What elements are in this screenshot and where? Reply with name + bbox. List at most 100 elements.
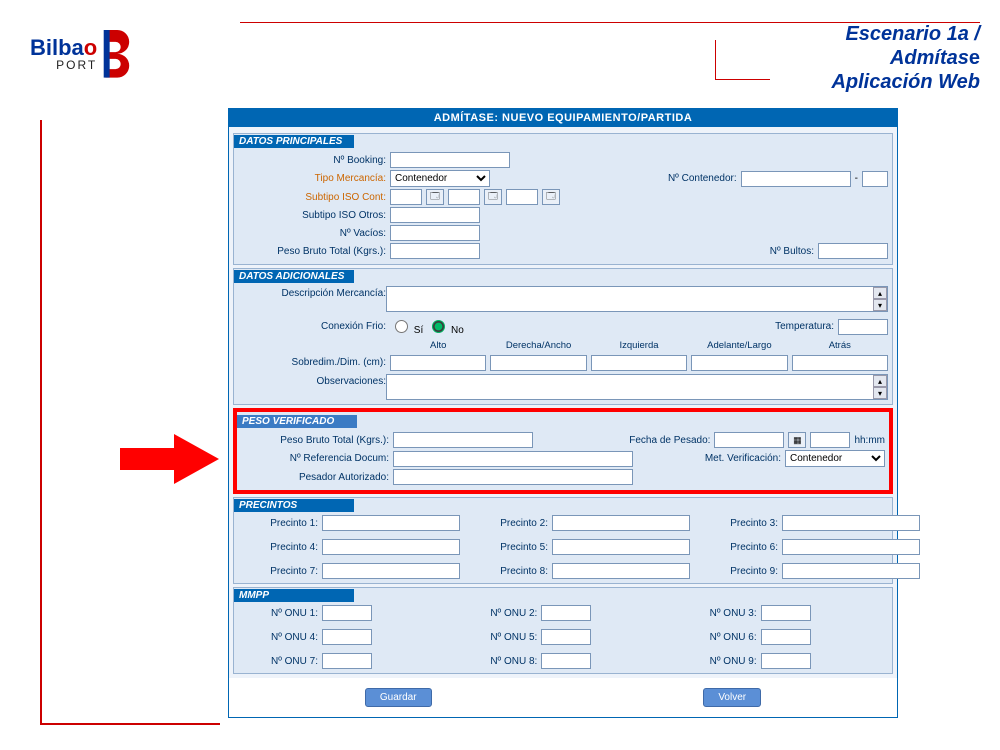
calendar-icon[interactable]: ▦ [788, 432, 806, 448]
input-subtipo-iso-3[interactable] [506, 189, 538, 205]
input-n-vacios[interactable] [390, 225, 480, 241]
dim-header-adelante: Adelante/Largo [691, 340, 787, 351]
scroll-down-icon[interactable]: ▾ [873, 387, 887, 399]
input-peso-bruto-total[interactable] [390, 243, 480, 259]
input-precinto-6[interactable] [782, 539, 920, 555]
input-precinto-7[interactable] [322, 563, 460, 579]
scroll-up-icon[interactable]: ▴ [873, 375, 887, 387]
decorative-l-frame [40, 120, 220, 725]
input-onu-3[interactable] [761, 605, 811, 621]
guardar-button[interactable]: Guardar [365, 688, 432, 707]
slide-title-line3: Aplicación Web [831, 70, 980, 94]
input-precinto-2[interactable] [552, 515, 690, 531]
textarea-observaciones[interactable]: ▴▾ [386, 374, 888, 400]
volver-button[interactable]: Volver [703, 688, 761, 707]
label-precinto-4: Precinto 4: [238, 542, 318, 553]
section-title-datos-adicionales: DATOS ADICIONALES [234, 270, 354, 283]
section-title-peso-verificado: PESO VERIFICADO [237, 415, 357, 428]
label-sobredim: Sobredim./Dim. (cm): [238, 357, 386, 368]
logo-b-icon [102, 30, 136, 78]
input-precinto-8[interactable] [552, 563, 690, 579]
input-n-booking[interactable] [390, 152, 510, 168]
label-pesador-autorizado: Pesador Autorizado: [241, 472, 389, 483]
radio-conexion-frio-no[interactable] [432, 320, 445, 333]
label-observaciones: Observaciones: [238, 374, 386, 387]
radio-conexion-frio-si-wrap[interactable]: Sí [390, 317, 423, 336]
radio-conexion-frio-no-wrap[interactable]: No [427, 317, 464, 336]
form-header: ADMÍTASE: NUEVO EQUIPAMIENTO/PARTIDA [229, 109, 897, 127]
lookup-icon-2[interactable]: 🗔 [484, 189, 502, 205]
input-dim-adelante[interactable] [691, 355, 787, 371]
dim-header-derecha: Derecha/Ancho [490, 340, 586, 351]
section-title-datos-principales: DATOS PRINCIPALES [234, 135, 354, 148]
input-dim-alto[interactable] [390, 355, 486, 371]
input-precinto-1[interactable] [322, 515, 460, 531]
section-peso-verificado: PESO VERIFICADO Peso Bruto Total (Kgrs.)… [233, 408, 893, 494]
radio-conexion-frio-si[interactable] [395, 320, 408, 333]
label-met-verificacion: Met. Verificación: [705, 453, 781, 464]
select-met-verificacion[interactable]: Contenedor [785, 450, 885, 467]
input-onu-1[interactable] [322, 605, 372, 621]
label-precinto-9: Precinto 9: [698, 566, 778, 577]
label-onu-2: Nº ONU 2: [457, 608, 537, 619]
input-precinto-3[interactable] [782, 515, 920, 531]
logo-port-text: PORT [30, 59, 97, 71]
select-tipo-mercancia[interactable]: Contenedor [390, 170, 490, 187]
section-datos-principales: DATOS PRINCIPALES Nº Booking: Tipo Merca… [233, 133, 893, 265]
title-hook [715, 40, 770, 80]
input-pv-peso-bruto[interactable] [393, 432, 533, 448]
logo-bilbao-text-1: Bilba [30, 35, 84, 60]
input-precinto-9[interactable] [782, 563, 920, 579]
scroll-up-icon[interactable]: ▴ [873, 287, 887, 299]
dim-header-alto: Alto [390, 340, 486, 351]
input-n-bultos[interactable] [818, 243, 888, 259]
label-precinto-1: Precinto 1: [238, 518, 318, 529]
dim-header-atras: Atrás [792, 340, 888, 351]
lookup-icon-3[interactable]: 🗔 [542, 189, 560, 205]
label-n-bultos: Nº Bultos: [770, 246, 814, 257]
label-precinto-3: Precinto 3: [698, 518, 778, 529]
label-n-contenedor: Nº Contenedor: [668, 173, 737, 184]
input-hora-pesado[interactable] [810, 432, 850, 448]
section-title-mmpp: MMPP [234, 589, 354, 602]
logo-bilbao-text-2: o [84, 35, 97, 60]
input-onu-6[interactable] [761, 629, 811, 645]
label-n-vacios: Nº Vacíos: [238, 228, 386, 239]
input-onu-5[interactable] [541, 629, 591, 645]
input-onu-2[interactable] [541, 605, 591, 621]
input-n-contenedor[interactable] [741, 171, 851, 187]
input-subtipo-iso-2[interactable] [448, 189, 480, 205]
highlight-arrow [120, 448, 180, 470]
label-onu-7: Nº ONU 7: [238, 656, 318, 667]
label-precinto-7: Precinto 7: [238, 566, 318, 577]
slide-title-suffix: e [969, 47, 980, 69]
input-onu-9[interactable] [761, 653, 811, 669]
input-n-contenedor-suffix[interactable] [862, 171, 888, 187]
section-datos-adicionales: DATOS ADICIONALES Descripción Mercancía:… [233, 268, 893, 405]
input-precinto-4[interactable] [322, 539, 460, 555]
label-precinto-8: Precinto 8: [468, 566, 548, 577]
label-onu-5: Nº ONU 5: [457, 632, 537, 643]
input-dim-izquierda[interactable] [591, 355, 687, 371]
section-title-precintos: PRECINTOS [234, 499, 354, 512]
input-dim-derecha[interactable] [490, 355, 586, 371]
label-precinto-2: Precinto 2: [468, 518, 548, 529]
input-fecha-pesado[interactable] [714, 432, 784, 448]
label-hhmm: hh:mm [854, 435, 885, 446]
input-n-referencia[interactable] [393, 451, 633, 467]
lookup-icon-1[interactable]: 🗔 [426, 189, 444, 205]
label-onu-4: Nº ONU 4: [238, 632, 318, 643]
textarea-descripcion-mercancia[interactable]: ▴▾ [386, 286, 888, 312]
input-pesador-autorizado[interactable] [393, 469, 633, 485]
input-onu-8[interactable] [541, 653, 591, 669]
input-onu-4[interactable] [322, 629, 372, 645]
scroll-down-icon[interactable]: ▾ [873, 299, 887, 311]
input-dim-atras[interactable] [792, 355, 888, 371]
input-onu-7[interactable] [322, 653, 372, 669]
input-precinto-5[interactable] [552, 539, 690, 555]
input-subtipo-iso-1[interactable] [390, 189, 422, 205]
input-subtipo-iso-otros[interactable] [390, 207, 480, 223]
input-temperatura[interactable] [838, 319, 888, 335]
label-onu-1: Nº ONU 1: [238, 608, 318, 619]
label-peso-bruto-total: Peso Bruto Total (Kgrs.): [238, 246, 386, 257]
